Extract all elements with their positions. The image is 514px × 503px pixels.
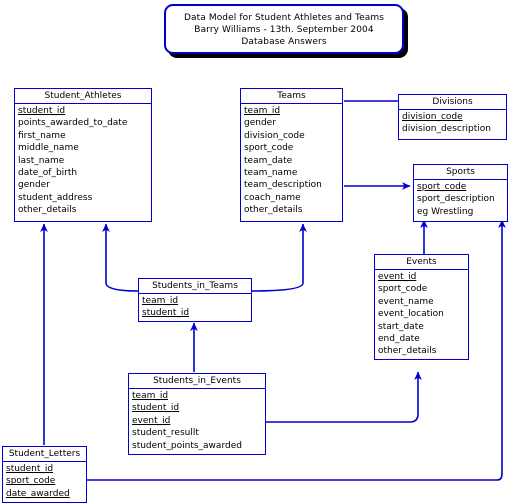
entity-title-divisions: Divisions (399, 95, 506, 110)
attribute: other_details (244, 205, 303, 216)
attribute: other_details (378, 346, 437, 357)
attribute-primary-key: event_id (378, 272, 417, 282)
attribute-list-divisions: division_code division_description (399, 110, 506, 138)
title-line-3: Database Answers (241, 37, 327, 47)
attribute-primary-key: division_code (402, 112, 463, 122)
entity-events[interactable]: Events event_id sport_code event_name event… (374, 254, 469, 360)
attribute: sport_description (417, 194, 495, 205)
wire-studentsinteams-studentathletes (102, 223, 140, 292)
attribute: gender (244, 118, 276, 129)
attribute: first_name (18, 130, 66, 141)
entity-title-students-in-teams: Students_in_Teams (139, 279, 251, 294)
attribute: sport_code (378, 284, 428, 295)
entity-title-student-athletes: Student_Athletes (15, 89, 151, 104)
attribute: gender (18, 180, 50, 191)
entity-title-student-letters: Student_Letters (3, 447, 86, 462)
attribute: points_awarded_to_date (18, 118, 128, 129)
er-diagram-canvas: Data Model for Student Athletes and Team… (0, 0, 514, 503)
attribute-primary-key: team_id (142, 296, 179, 306)
attribute: event_name (378, 296, 434, 307)
attribute-list-students-in-teams: team_id student_id (139, 294, 251, 322)
entity-teams[interactable]: Teams team_idgender division_code sport_co… (240, 88, 343, 222)
entity-students-in-events[interactable]: Students_in_Events team_id student_id even… (128, 373, 266, 455)
attribute: end_date (378, 333, 420, 344)
attribute-primary-key: sport_code (417, 182, 467, 192)
attribute-list-students-in-events: team_id student_id event_id student_resullt… (129, 389, 265, 454)
attribute: event_location (378, 309, 444, 320)
attribute: last_name (18, 155, 65, 166)
attribute: team_name (244, 167, 298, 178)
entity-students-in-teams[interactable]: Students_in_Teams team_id student_id (138, 278, 252, 322)
attribute: middle_name (18, 143, 79, 154)
attribute-list-events: event_id sport_code event_name event_locati… (375, 270, 468, 360)
attribute: student_address (18, 192, 93, 203)
attribute-primary-key: team_id (244, 106, 281, 116)
attribute-list-student-letters: student_id sport_code date_awarded (3, 462, 86, 502)
wire-studentsinteams-teams (251, 223, 307, 292)
attribute-primary-key: student_id (142, 308, 190, 319)
attribute-primary-key: sport_code (6, 476, 56, 487)
attribute-primary-key: event_id (132, 415, 171, 426)
attribute: start_date (378, 321, 424, 332)
attribute: sport_code (244, 143, 294, 154)
attribute: eg Wrestling (417, 206, 474, 217)
entity-title-sports: Sports (414, 165, 507, 180)
attribute: student_resullt (132, 428, 199, 439)
title-line-2: Barry Williams - 13th. September 2004 (194, 25, 374, 35)
attribute: division_code (244, 130, 305, 141)
entity-student-letters[interactable]: Student_Letters student_id sport_code date… (2, 446, 87, 503)
attribute-list-student-athletes: student_id points_awarded_to_date first_na… (15, 104, 151, 219)
attribute: student_points_awarded (132, 440, 242, 451)
title-line-1: Data Model for Student Athletes and Team… (183, 13, 384, 23)
entity-divisions[interactable]: Divisions division_code division_descript… (398, 94, 507, 140)
attribute-list-sports: sport_code sport_description eg Wrestling (414, 180, 507, 220)
attribute: other_details (18, 205, 77, 216)
attribute: division_description (402, 124, 491, 135)
entity-title-events: Events (375, 255, 468, 270)
entity-student-athletes[interactable]: Student_Athletes student_id points_awarde… (14, 88, 152, 222)
attribute-primary-key: student_id (18, 106, 66, 116)
attribute-primary-key: student_id (6, 464, 54, 474)
diagram-title-banner: Data Model for Student Athletes and Team… (164, 4, 404, 54)
attribute-primary-key: team_id (132, 391, 169, 401)
attribute: date_of_birth (18, 167, 78, 178)
attribute: coach_name (244, 192, 301, 203)
entity-title-teams: Teams (241, 89, 342, 104)
attribute-list-teams: team_id gender division_code sport_code team… (241, 104, 342, 219)
entity-sports[interactable]: Sports sport_code sport_description eg Wre… (413, 164, 508, 222)
attribute-primary-key: date_awarded (6, 488, 70, 499)
entity-title-students-in-events: Students_in_Events (129, 374, 265, 389)
attribute: team_date (244, 155, 293, 166)
wire-studentsinevents-events (266, 371, 422, 423)
attribute: team_description (244, 180, 322, 191)
attribute-primary-key: student_id (132, 403, 180, 414)
